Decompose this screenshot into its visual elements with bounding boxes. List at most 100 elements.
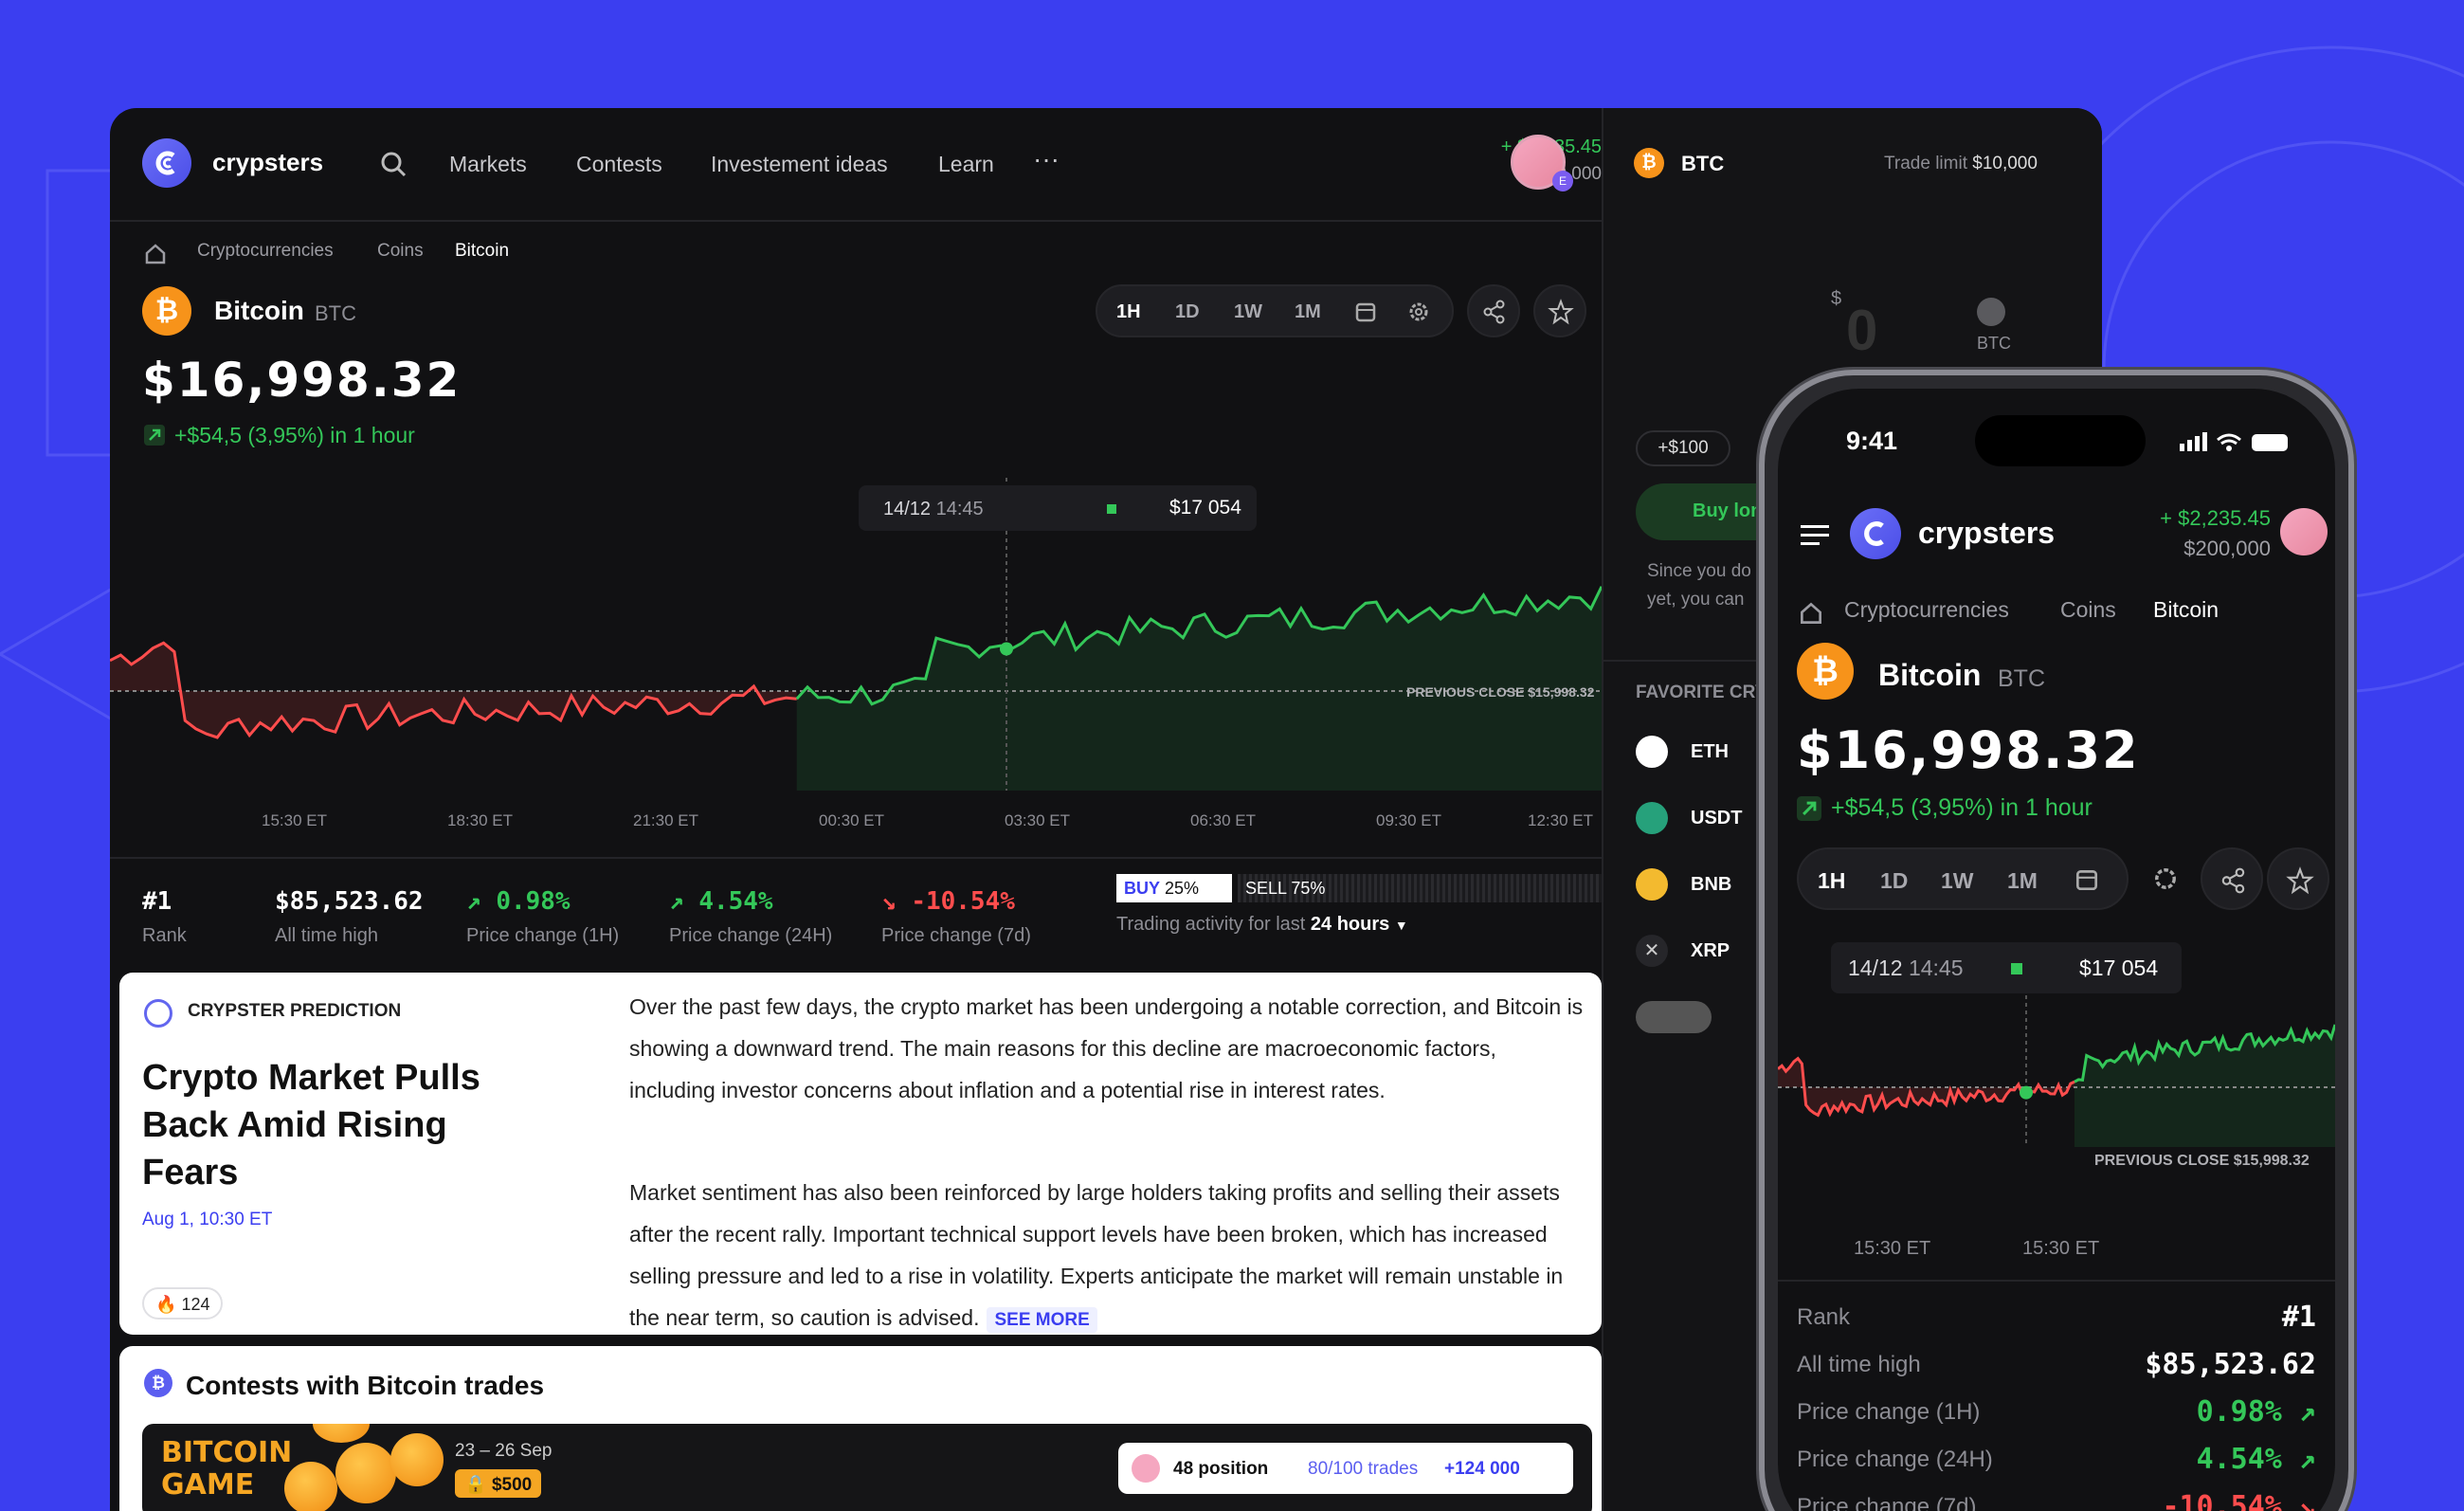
stat-rank-label: Rank bbox=[142, 925, 187, 946]
price-change: +$54,5 (3,95%) in 1 hour bbox=[1831, 794, 2093, 821]
tf-1h[interactable]: 1H bbox=[1116, 301, 1141, 323]
share-button[interactable] bbox=[1467, 284, 1520, 337]
nav-contests[interactable]: Contests bbox=[576, 152, 662, 177]
chevron-down-icon[interactable]: ▼ bbox=[1395, 918, 1408, 933]
stat-change-7d-number: -10.54% bbox=[911, 887, 1015, 916]
trade-limit: Trade limit $10,000 bbox=[1884, 154, 2038, 174]
prediction-paragraph-1: Over the past few days, the crypto marke… bbox=[629, 994, 1584, 1102]
nav-investment-ideas[interactable]: Investement ideas bbox=[711, 152, 888, 177]
see-more-link[interactable]: SEE MORE bbox=[987, 1307, 1097, 1333]
x-tick: 06:30 ET bbox=[1190, 811, 1256, 829]
avatar-badge: E bbox=[1552, 171, 1573, 191]
bitcoin-toggle-icon[interactable] bbox=[1977, 298, 2005, 326]
tooltip-dot bbox=[2011, 963, 2022, 974]
trading-activity: Trading activity for last 24 hours ▼ bbox=[1116, 914, 1408, 936]
likes-count: 124 bbox=[181, 1295, 210, 1314]
more-menu-icon[interactable]: ··· bbox=[1033, 144, 1060, 174]
tf-1w[interactable]: 1W bbox=[1234, 301, 1262, 323]
contest-prize-value: $500 bbox=[491, 1475, 533, 1495]
price-chart[interactable] bbox=[110, 478, 1602, 847]
share-button[interactable] bbox=[2201, 847, 2263, 910]
tf-1w[interactable]: 1W bbox=[1941, 868, 1974, 894]
favorite-button[interactable] bbox=[2267, 847, 2329, 910]
star-icon bbox=[2286, 866, 2314, 895]
fav-coin-xrp[interactable]: XRP bbox=[1691, 940, 1730, 962]
tf-1d[interactable]: 1D bbox=[1175, 301, 1200, 323]
wallet-amount: $200,000 bbox=[2183, 537, 2271, 560]
stat-rank: #1 Rank bbox=[142, 887, 187, 947]
bitcoin-icon: ₿ bbox=[1797, 643, 1854, 700]
breadcrumb-coins[interactable]: Coins bbox=[377, 241, 424, 262]
favorite-button[interactable] bbox=[1533, 284, 1586, 337]
stat-label: All time high bbox=[1797, 1352, 1921, 1377]
prediction-title: Crypto Market Pulls Back Amid Rising Fea… bbox=[142, 1058, 480, 1192]
nav-learn[interactable]: Learn bbox=[938, 152, 994, 177]
timeframe-selector: 1H 1D 1W 1M bbox=[1797, 847, 2129, 910]
tf-1m[interactable]: 1M bbox=[1295, 301, 1321, 323]
crosshair-dot bbox=[1000, 642, 1013, 656]
crypsters-logo-icon[interactable] bbox=[142, 138, 191, 188]
settings-gear-icon[interactable] bbox=[1406, 300, 1431, 324]
breadcrumb-cryptocurrencies[interactable]: Cryptocurrencies bbox=[1844, 597, 2009, 623]
balance-gain: + $2,235.45 bbox=[1500, 137, 1602, 157]
x-tick: 00:30 ET bbox=[819, 811, 884, 829]
settings-button[interactable] bbox=[2134, 847, 2197, 910]
contest-banner[interactable]: BITCOIN GAME 23 – 26 Sep 🔒 $500 48 posit… bbox=[142, 1424, 1592, 1511]
settings-gear-icon bbox=[2155, 868, 2176, 889]
previous-close-label: PREVIOUS CLOSE $15,998.32 bbox=[2094, 1153, 2310, 1169]
position-label: 48 position bbox=[1173, 1459, 1269, 1479]
fav-coin-bnb[interactable]: BNB bbox=[1691, 874, 1731, 896]
bitcoin-icon: ₿ bbox=[144, 1369, 172, 1397]
tooltip-date: 14/12 14:45 bbox=[883, 499, 984, 520]
trading-period-dropdown[interactable]: 24 hours bbox=[1311, 914, 1389, 935]
x-tick: 15:30 ET bbox=[1854, 1238, 1931, 1259]
likes-badge[interactable]: 🔥 124 bbox=[142, 1287, 224, 1320]
dynamic-island bbox=[1975, 415, 2146, 466]
search-icon[interactable] bbox=[379, 150, 408, 178]
chart-tooltip: 14/12 14:45 $17 054 bbox=[1831, 942, 2182, 993]
buy-label: BUY bbox=[1124, 879, 1161, 898]
lock-icon: 🔒 bbox=[464, 1475, 487, 1495]
calendar-icon[interactable] bbox=[2074, 866, 2100, 893]
star-icon bbox=[1548, 299, 1574, 325]
stat-change-24h-value: ↗ 4.54% bbox=[669, 887, 773, 916]
breadcrumb-cryptocurrencies[interactable]: Cryptocurrencies bbox=[197, 241, 334, 262]
trades-count: 80/100 trades bbox=[1308, 1459, 1419, 1479]
fav-coin-usdt[interactable]: USDT bbox=[1691, 808, 1742, 829]
stat-value: 4.54% ↗ bbox=[2196, 1443, 2316, 1476]
amount-input[interactable]: 0 bbox=[1846, 298, 1877, 363]
hamburger-menu-icon[interactable] bbox=[1801, 525, 1829, 546]
brand-name: crypsters bbox=[1918, 516, 2056, 550]
favorites-heading: FAVORITE CRY bbox=[1636, 683, 1767, 702]
trading-activity-text: Trading activity for last bbox=[1116, 914, 1306, 935]
tf-1h[interactable]: 1H bbox=[1818, 868, 1845, 894]
tooltip-time: 14:45 bbox=[1908, 956, 1964, 980]
amount-chip[interactable]: +$100 bbox=[1636, 430, 1730, 466]
coin-symbol: BTC bbox=[1998, 665, 2045, 692]
stat-value-number: -10.54% bbox=[2162, 1490, 2282, 1511]
tf-1d[interactable]: 1D bbox=[1880, 868, 1908, 894]
timeframe-selector: 1H 1D 1W 1M bbox=[1096, 284, 1454, 337]
coin-graphic bbox=[284, 1462, 337, 1511]
coin-graphic bbox=[313, 1424, 370, 1443]
fav-coin-eth[interactable]: ETH bbox=[1691, 741, 1729, 763]
x-tick: 03:30 ET bbox=[1005, 811, 1070, 829]
breadcrumb-coins[interactable]: Coins bbox=[2060, 597, 2116, 623]
stats-bar: #1 Rank $85,523.62 All time high ↗ 0.98%… bbox=[110, 857, 1602, 961]
home-icon[interactable] bbox=[1797, 599, 1825, 628]
stat-rank-value: #1 bbox=[142, 887, 172, 916]
stat-value-number: 0.98% bbox=[2196, 1395, 2282, 1429]
stat-value: $85,523.62 bbox=[2145, 1348, 2316, 1381]
more-coins-icon[interactable] bbox=[1636, 1001, 1712, 1033]
nav-markets[interactable]: Markets bbox=[449, 152, 527, 177]
tf-1m[interactable]: 1M bbox=[2007, 868, 2038, 894]
tooltip-dot bbox=[1107, 504, 1116, 514]
tooltip-value: $17 054 bbox=[1169, 497, 1241, 519]
price-chart[interactable] bbox=[1778, 995, 2335, 1213]
tooltip-date: 14/12 14:45 bbox=[1848, 956, 1964, 981]
avatar[interactable] bbox=[2280, 508, 2328, 555]
currency-symbol: $ bbox=[1831, 288, 1842, 309]
crosshair-dot bbox=[2020, 1085, 2033, 1100]
home-icon[interactable] bbox=[142, 241, 169, 267]
calendar-icon[interactable] bbox=[1353, 300, 1378, 324]
